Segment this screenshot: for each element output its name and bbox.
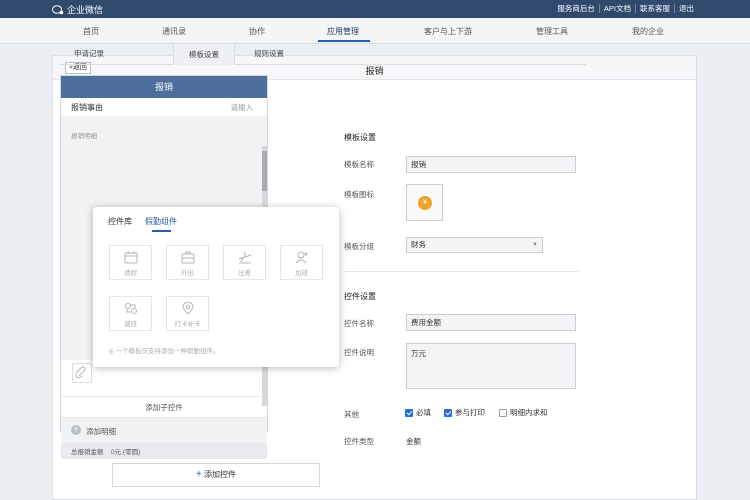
template-group-label: 模板分组 — [344, 242, 374, 251]
sum-in-detail-checkbox[interactable]: 明细内求和 — [499, 407, 548, 418]
tile-leave-label: 请假 — [124, 270, 137, 277]
tile-overtime-label: 加班 — [295, 270, 308, 277]
link-contact-support[interactable]: 联系客服 — [635, 4, 674, 13]
template-icon-picker[interactable]: ¥ — [406, 184, 443, 221]
sum-in-detail-label: 明细内求和 — [510, 408, 548, 417]
attachment-icon[interactable] — [72, 363, 92, 383]
template-name-label: 模板名称 — [344, 160, 374, 169]
checkbox-checked-icon — [405, 408, 413, 417]
required-checkbox[interactable]: 必填 — [405, 407, 431, 418]
location-pin-icon — [181, 302, 194, 315]
checkbox-unchecked-icon — [499, 408, 507, 417]
control-type-label: 控件类型 — [344, 437, 374, 446]
print-checkbox[interactable]: 参与打印 — [444, 407, 485, 418]
add-child-control-button[interactable]: 添加子控件 — [61, 396, 267, 418]
component-picker-popup: 控件库 假勤组件 请假 外出 出差 加班 调班 打卡补卡 ◎ 一个模板仅支持添加… — [93, 207, 339, 367]
tab-template-settings[interactable]: 模板设置 — [173, 43, 235, 65]
nav-item-my-company[interactable]: 我的企业 — [632, 26, 664, 37]
plus-icon: + — [195, 469, 202, 480]
add-detail-row[interactable]: + 添加明细 — [61, 419, 267, 443]
template-icon-label: 模板图标 — [344, 190, 374, 199]
total-row: 总报销金额 0元 (零圆) — [61, 443, 267, 459]
tile-business-trip-label: 出差 — [238, 270, 251, 277]
plane-icon — [238, 251, 251, 264]
detail-group-label: 报销明细 — [71, 133, 97, 140]
required-label: 必填 — [416, 408, 431, 417]
other-label: 其他 — [344, 410, 359, 419]
preview-scrollbar-thumb[interactable] — [262, 151, 267, 191]
tab-attendance-components[interactable]: 假勤组件 — [145, 216, 177, 227]
total-value: 0元 (零圆) — [111, 449, 141, 456]
link-api-docs[interactable]: API文档 — [598, 4, 635, 13]
nav-item-customers[interactable]: 客户与上下游 — [424, 26, 472, 37]
control-type-value: 金额 — [406, 437, 421, 446]
nav-item-home[interactable]: 首页 — [83, 26, 99, 37]
top-bar: 企业微信 服务商后台 API文档 联系客服 退出 — [0, 0, 750, 18]
tab-records[interactable]: 申请记录 — [59, 43, 119, 65]
control-desc-textarea[interactable]: 万元 — [406, 343, 576, 389]
nav-item-contacts[interactable]: 通讯录 — [162, 26, 186, 37]
template-section-title: 模板设置 — [344, 133, 376, 142]
section-divider — [344, 271, 579, 272]
add-detail-label: 添加明细 — [86, 427, 116, 436]
tile-shift-swap[interactable]: 调班 — [109, 296, 152, 331]
main-nav: 首页 通讯录 协作 应用管理 客户与上下游 管理工具 我的企业 — [0, 18, 750, 44]
reason-label: 报销事由 — [71, 103, 103, 112]
tile-clock-in-fix-label: 打卡补卡 — [174, 321, 201, 328]
control-name-label: 控件名称 — [344, 319, 374, 328]
yuan-coin-icon: ¥ — [418, 196, 432, 210]
reason-row[interactable]: 报销事由 请输入 — [61, 98, 267, 116]
template-group-value: 财务 — [411, 240, 426, 249]
tab-control-library[interactable]: 控件库 — [108, 216, 132, 227]
app-name: 企业微信 — [67, 5, 104, 15]
briefcase-icon — [181, 251, 194, 264]
checkbox-checked-icon — [444, 408, 452, 417]
add-control-label: 添加控件 — [204, 470, 237, 479]
print-label: 参与打印 — [455, 408, 485, 417]
nav-item-collab[interactable]: 协作 — [249, 26, 265, 37]
preview-title: 报销 — [61, 76, 267, 98]
nav-active-indicator — [318, 40, 370, 42]
calendar-icon — [124, 251, 137, 264]
link-provider-admin[interactable]: 服务商后台 — [553, 4, 599, 13]
nav-item-app-management[interactable]: 应用管理 — [327, 26, 359, 37]
person-plus-icon — [295, 251, 308, 264]
tile-leave[interactable]: 请假 — [109, 245, 152, 280]
add-control-button[interactable]: + 添加控件 — [112, 463, 320, 487]
reason-placeholder: 请输入 — [230, 103, 254, 112]
tile-clock-in-fix[interactable]: 打卡补卡 — [166, 296, 209, 331]
tile-business-trip[interactable]: 出差 — [223, 245, 266, 280]
template-group-select[interactable]: 财务 ▼ — [406, 237, 543, 253]
link-logout[interactable]: 退出 — [674, 4, 698, 13]
wecom-logo-icon — [52, 4, 64, 14]
control-name-input[interactable]: 费用金额 — [406, 314, 576, 331]
tile-shift-swap-label: 调班 — [124, 321, 137, 328]
info-icon: ◎ — [108, 348, 114, 355]
tab-rule-settings[interactable]: 规则设置 — [239, 43, 299, 65]
nav-item-admin-tools[interactable]: 管理工具 — [536, 26, 568, 37]
template-name-input[interactable]: 报销 — [406, 156, 576, 173]
total-label: 总报销金额 — [71, 449, 104, 456]
swap-icon — [124, 303, 137, 314]
control-desc-label: 控件说明 — [344, 348, 374, 357]
tile-outing[interactable]: 外出 — [166, 245, 209, 280]
popup-hint-text: 一个模板仅支持添加一种假勤组件。 — [115, 348, 220, 355]
sub-tabs: 申请记录 模板设置 规则设置 — [59, 43, 586, 65]
tile-overtime[interactable]: 加班 — [280, 245, 323, 280]
logo[interactable]: 企业微信 — [52, 3, 103, 16]
tile-outing-label: 外出 — [181, 270, 194, 277]
top-links: 服务商后台 API文档 联系客服 退出 — [553, 4, 698, 13]
control-section-title: 控件设置 — [344, 292, 376, 301]
add-circle-icon: + — [71, 425, 81, 435]
chevron-down-icon: ▼ — [532, 242, 538, 248]
popup-tab-indicator — [152, 230, 171, 232]
popup-hint: ◎ 一个模板仅支持添加一种假勤组件。 — [108, 345, 219, 355]
